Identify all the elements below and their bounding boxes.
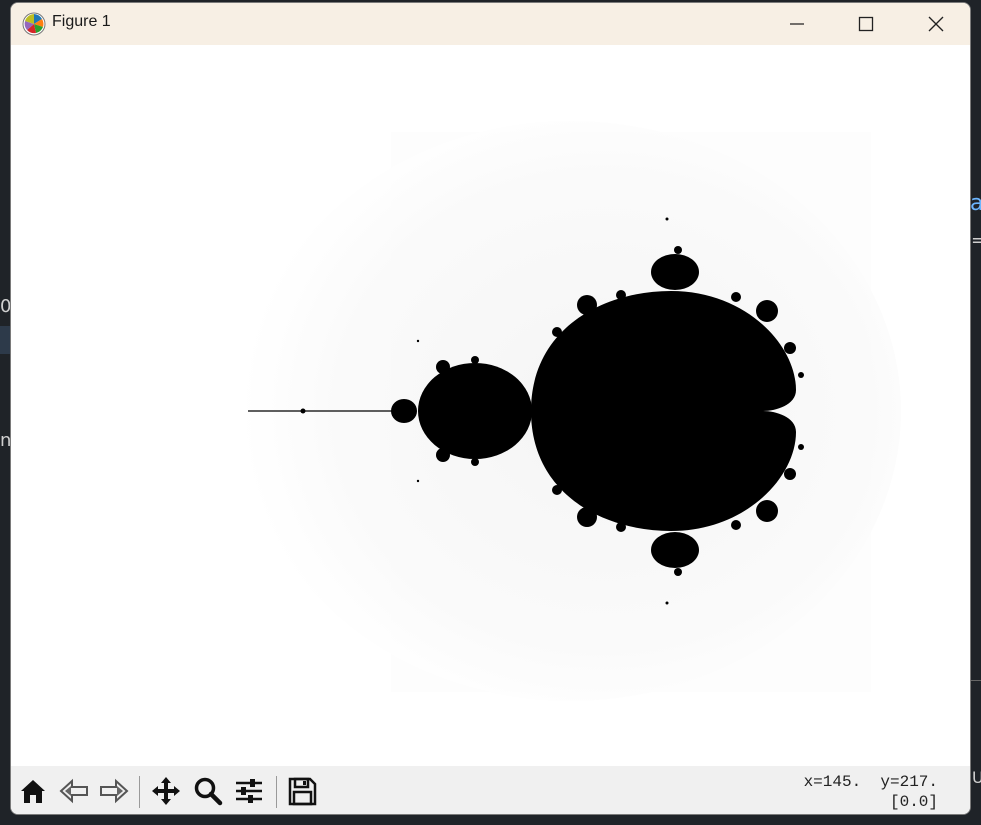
configure-subplots-button[interactable]: [232, 774, 266, 808]
background-text-fragment: =: [971, 230, 981, 251]
matplotlib-logo-icon: [22, 12, 46, 36]
figure-canvas[interactable]: [11, 45, 970, 766]
coords-xy: x=145. y=217.: [803, 773, 938, 791]
title-bar[interactable]: Figure 1: [11, 3, 970, 45]
cursor-coordinates: x=145. y=217. [0.0]: [804, 772, 938, 812]
toolbar-separator: [139, 776, 140, 808]
background-text-fragment: a: [970, 191, 981, 216]
maximize-button[interactable]: [843, 3, 889, 45]
window-title: Figure 1: [52, 13, 111, 30]
mandelbrot-image: [241, 121, 901, 701]
background-divider: [971, 680, 981, 681]
figure-window: Figure 1 x=145. y=217. [0.0]: [10, 2, 971, 815]
home-button[interactable]: [16, 774, 50, 808]
zoom-button[interactable]: [191, 774, 225, 808]
background-text-fragment: U: [972, 768, 981, 787]
minimize-button[interactable]: [774, 3, 820, 45]
coords-value: [0.0]: [889, 793, 938, 811]
save-button[interactable]: [285, 774, 319, 808]
forward-button[interactable]: [97, 774, 131, 808]
back-button[interactable]: [57, 774, 91, 808]
close-button[interactable]: [913, 3, 959, 45]
navigation-toolbar: x=145. y=217. [0.0]: [11, 766, 970, 814]
toolbar-separator: [276, 776, 277, 808]
pan-button[interactable]: [149, 774, 183, 808]
